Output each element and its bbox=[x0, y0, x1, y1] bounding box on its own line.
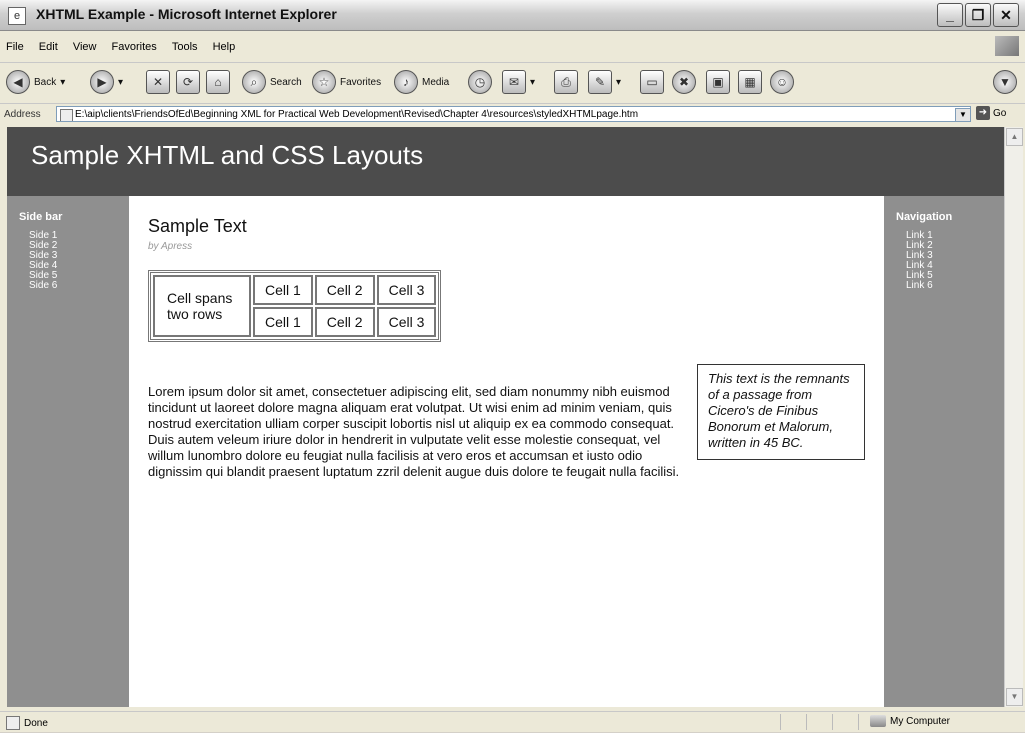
address-input[interactable]: E:\aip\clients\FriendsOfEd\Beginning XML… bbox=[56, 106, 971, 122]
maximize-button[interactable]: ❐ bbox=[965, 3, 991, 27]
sample-table: Cell spans two rows Cell 1 Cell 2 Cell 3… bbox=[148, 270, 442, 342]
search-button-label[interactable]: Search bbox=[270, 77, 302, 88]
go-label[interactable]: Go bbox=[993, 108, 1006, 119]
side-bar: Side bar Side 1 Side 2 Side 3 Side 4 Sid… bbox=[7, 196, 129, 707]
history-icon[interactable]: ◷ bbox=[468, 70, 492, 94]
mail-icon[interactable]: ✉ bbox=[502, 70, 526, 94]
nav-link[interactable]: Link 6 bbox=[906, 281, 1004, 291]
edit-dropdown-icon[interactable]: ▾ bbox=[616, 77, 621, 88]
table-cell-span: Cell spans two rows bbox=[153, 275, 251, 337]
media-icon[interactable]: ♪ bbox=[394, 70, 418, 94]
close-button[interactable]: ✕ bbox=[993, 3, 1019, 27]
byline: by Apress bbox=[148, 241, 193, 252]
table-cell: Cell 2 bbox=[314, 307, 375, 337]
research-icon[interactable]: ▣ bbox=[706, 70, 730, 94]
favorites-star-icon[interactable]: ☆ bbox=[312, 70, 336, 94]
stop-icon[interactable]: ✕ bbox=[146, 70, 170, 94]
back-arrow-icon[interactable]: ◀ bbox=[6, 70, 30, 94]
navigation-bar: Navigation Link 1 Link 2 Link 3 Link 4 L… bbox=[884, 196, 1004, 707]
back-button-label[interactable]: Back bbox=[34, 77, 56, 88]
zone-text: My Computer bbox=[890, 715, 951, 727]
search-icon[interactable]: ⌕ bbox=[242, 70, 266, 94]
browser-window: e XHTML Example - Microsoft Internet Exp… bbox=[0, 0, 1025, 732]
refresh-icon[interactable]: ⟳ bbox=[176, 70, 200, 94]
scroll-up-icon[interactable]: ▲ bbox=[1006, 128, 1023, 146]
page-title: Sample XHTML and CSS Layouts bbox=[31, 140, 424, 170]
page-status-icon bbox=[6, 716, 20, 730]
main-content: Sample Text by Apress Cell spans two row… bbox=[129, 196, 884, 707]
block-icon[interactable]: ✖ bbox=[672, 70, 696, 94]
address-bar: Address E:\aip\clients\FriendsOfEd\Begin… bbox=[0, 105, 1025, 125]
forward-dropdown-icon[interactable]: ▾ bbox=[118, 77, 123, 88]
minimize-button[interactable]: _ bbox=[937, 3, 963, 27]
go-button[interactable]: ➜ Go bbox=[976, 106, 1006, 120]
page-header: Sample XHTML and CSS Layouts bbox=[7, 127, 1004, 196]
standard-toolbar: ◀ Back ▾ ▶ ▾ ✕ ⟳ ⌂ ⌕ Search ☆ Favorites … bbox=[0, 62, 1025, 104]
side-bar-heading: Side bar bbox=[19, 211, 63, 223]
forward-arrow-icon[interactable]: ▶ bbox=[90, 70, 114, 94]
discuss-icon[interactable]: ▭ bbox=[640, 70, 664, 94]
content-heading: Sample Text bbox=[148, 216, 247, 236]
menu-help[interactable]: Help bbox=[207, 38, 242, 56]
table-cell: Cell 1 bbox=[253, 275, 313, 305]
body-paragraph: Lorem ipsum dolor sit amet, consectetuer… bbox=[148, 384, 680, 479]
mail-dropdown-icon[interactable]: ▾ bbox=[530, 77, 535, 88]
status-text: Done bbox=[24, 717, 48, 729]
title-bar: e XHTML Example - Microsoft Internet Exp… bbox=[0, 0, 1025, 31]
back-dropdown-icon[interactable]: ▾ bbox=[60, 77, 65, 88]
address-label: Address bbox=[4, 109, 41, 120]
table-cell: Cell 3 bbox=[376, 275, 437, 305]
table-cell: Cell 1 bbox=[253, 307, 313, 337]
vertical-scrollbar[interactable]: ▲ ▼ bbox=[1004, 127, 1023, 707]
menu-tools[interactable]: Tools bbox=[166, 38, 204, 56]
edit-icon[interactable]: ✎ bbox=[588, 70, 612, 94]
favorites-button-label[interactable]: Favorites bbox=[340, 77, 381, 88]
pull-quote: This text is the remnants of a passage f… bbox=[697, 364, 865, 460]
address-url[interactable]: E:\aip\clients\FriendsOfEd\Beginning XML… bbox=[75, 109, 638, 120]
print-icon[interactable]: ⎙ bbox=[554, 70, 578, 94]
ie-icon: e bbox=[8, 7, 26, 25]
computer-icon bbox=[870, 715, 886, 727]
home-icon[interactable]: ⌂ bbox=[206, 70, 230, 94]
side-item: Side 6 bbox=[29, 280, 58, 291]
go-arrow-icon[interactable]: ➜ bbox=[976, 106, 990, 120]
scroll-down-icon[interactable]: ▼ bbox=[1006, 688, 1023, 706]
page-icon bbox=[60, 109, 73, 121]
page-viewport: Sample XHTML and CSS Layouts Side bar Si… bbox=[7, 127, 1004, 707]
menu-favorites[interactable]: Favorites bbox=[106, 38, 163, 56]
menu-file[interactable]: File bbox=[0, 38, 30, 56]
status-bar: Done My Computer bbox=[0, 711, 1025, 732]
media-button-label[interactable]: Media bbox=[422, 77, 449, 88]
navigation-heading: Navigation bbox=[896, 211, 953, 223]
menu-bar: File Edit View Favorites Tools Help bbox=[0, 36, 1025, 56]
windows-flag-icon bbox=[995, 36, 1019, 56]
toolbar-extra-icon[interactable]: ▼ bbox=[993, 70, 1017, 94]
messenger-icon[interactable]: ☺ bbox=[770, 70, 794, 94]
toolbar-tool-icon[interactable]: ▦ bbox=[738, 70, 762, 94]
menu-view[interactable]: View bbox=[67, 38, 103, 56]
window-title: XHTML Example - Microsoft Internet Explo… bbox=[36, 6, 337, 22]
address-dropdown-icon[interactable]: ▼ bbox=[955, 108, 971, 122]
table-cell: Cell 3 bbox=[376, 307, 437, 337]
table-cell: Cell 2 bbox=[314, 275, 375, 305]
menu-edit[interactable]: Edit bbox=[33, 38, 64, 56]
